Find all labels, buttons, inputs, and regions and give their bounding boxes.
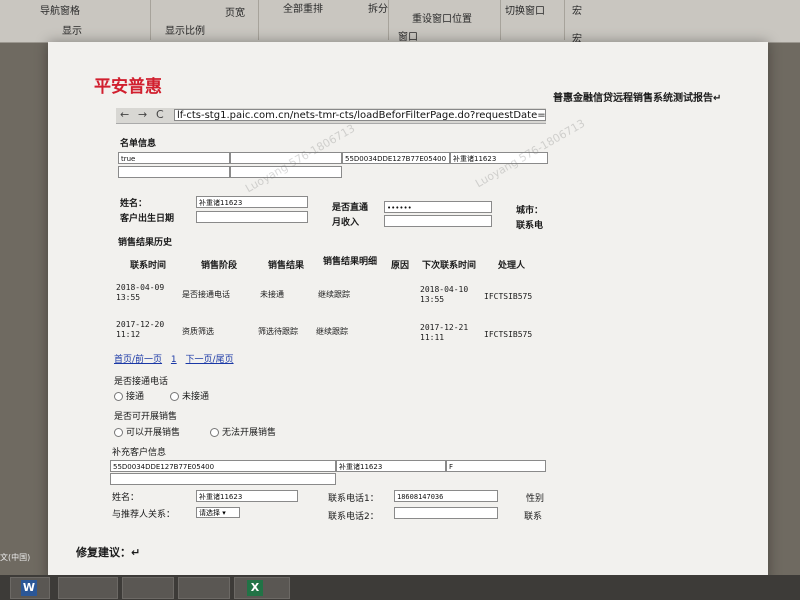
radio-not-connected[interactable]: 未接通 [170,389,209,402]
ribbon-switch-window[interactable]: 切换窗口 [505,2,545,17]
supplement-heading: 补充客户信息 [112,448,167,458]
can-sell-question: 是否可开展销售 [114,412,178,422]
row2-detail: 继续跟踪 [316,327,348,336]
ribbon-split[interactable]: 拆分 [368,0,388,15]
name-field[interactable]: 补重诸11623 [196,196,308,208]
word-ribbon: 导航窗格 显示 页宽 显示比例 全部重排 拆分 重设窗口位置 窗口 切换窗口 宏… [0,0,800,45]
radio-connected[interactable]: 接通 [114,389,144,402]
ribbon-group-label-show: 显示 [62,26,82,37]
document-page: 平安普惠 普惠金融信贷远程销售系统测试报告↵ ← → C lf-cts-stg1… [48,42,768,582]
col-handler: 处理人 [498,261,526,271]
pingan-logo: 平安普惠 [94,77,162,97]
row2-stage: 资质筛选 [182,327,214,336]
supplement-name-label: 姓名： [112,493,140,503]
col-result-detail: 销售结果明细 [322,257,377,267]
ribbon-macro[interactable]: 宏 [572,2,582,17]
word-taskbar-button[interactable]: W [10,577,50,599]
ribbon-nav-pane[interactable]: 导航窗格 [40,2,80,17]
status-language: 文(中国) [0,553,31,562]
row2-time: 2017-12-20 11:12 [116,320,165,339]
city-label: 城市： [516,206,544,216]
row2-result: 筛选待跟踪 [258,327,298,336]
dob-label: 客户出生日期 [120,214,175,224]
income-label: 月收入 [332,218,360,228]
row1-result: 未接通 [260,290,284,299]
supplement-field-2[interactable]: 补重诸11623 [336,460,446,472]
ribbon-reset-window[interactable]: 重设窗口位置 [412,10,472,25]
row1-detail: 继续跟踪 [318,290,350,299]
ribbon-page-width[interactable]: 页宽 [225,4,245,19]
dob-field[interactable] [196,211,308,223]
taskbar-button[interactable] [122,577,174,599]
col-sales-stage: 销售阶段 [201,261,238,271]
direct-label: 是否直通 [332,203,369,213]
row2-handler: IFCTSIB575 [484,330,533,339]
col-sales-result: 销售结果 [268,261,305,271]
taskbar: W X [0,575,800,600]
refresh-icon[interactable]: C [156,108,164,121]
pager-next-last[interactable]: 下一页/尾页 [186,355,234,365]
ribbon-group-label-zoom: 显示比例 [165,26,205,37]
excel-icon: X [247,580,263,596]
row1-time: 2018-04-09 13:55 [116,283,165,302]
relation-select[interactable]: 请选择 ▾ [196,507,240,518]
supplement-field-3[interactable]: F [446,460,546,472]
sales-history-heading: 销售结果历史 [118,238,173,248]
income-field[interactable] [384,215,492,227]
radio-icon[interactable] [170,392,179,401]
radio-icon[interactable] [114,392,123,401]
taskbar-button[interactable] [178,577,230,599]
radio-cannot-sell[interactable]: 无法开展销售 [210,425,276,438]
excel-taskbar-button[interactable]: X [234,577,290,599]
pager: 首页/前一页 1 下一页/尾页 [114,352,234,365]
row1-handler: IFCTSIB575 [484,292,533,301]
list-info-field-3[interactable]: 55D0034DDE127B77E05400 [342,152,450,164]
ribbon-group-label-window: 窗口 [398,32,418,43]
phone2-label: 联系电话2： [328,512,379,522]
browser-toolbar: ← → C lf-cts-stg1.paic.com.cn/nets-tmr-c… [116,108,546,124]
phone1-field[interactable]: 18608147036 [394,490,498,502]
list-info-field-5[interactable] [118,166,230,178]
supplement-name-field[interactable]: 补重诸11623 [196,490,298,502]
row1-stage: 是否接通电话 [182,290,230,299]
row1-next: 2018-04-10 13:55 [420,285,469,304]
pager-page[interactable]: 1 [171,355,177,365]
repair-suggestion-label: 修复建议：↵ [76,546,141,559]
address-bar[interactable]: lf-cts-stg1.paic.com.cn/nets-tmr-cts/loa… [174,109,546,121]
ribbon-arrange-all[interactable]: 全部重排 [283,0,323,15]
supplement-field-1[interactable]: 55D0034DDE127B77E05400 [110,460,336,472]
pager-first-prev[interactable]: 首页/前一页 [114,355,162,365]
back-arrow-icon[interactable]: ← [120,108,129,121]
phone2-field[interactable] [394,507,498,519]
radio-icon[interactable] [210,428,219,437]
contact-label: 联系电 [516,221,544,231]
document-title: 普惠金融信贷远程销售系统测试报告↵ [553,93,722,104]
col-reason: 原因 [391,261,410,271]
forward-arrow-icon[interactable]: → [138,108,147,121]
supplement-contact-label: 联系 [524,512,543,522]
col-contact-time: 联系时间 [130,261,167,271]
relation-label: 与推荐人关系： [112,510,176,520]
list-info-heading: 名单信息 [120,139,157,149]
supplement-field-4[interactable] [110,473,336,485]
row2-next: 2017-12-21 11:11 [420,323,469,342]
taskbar-button[interactable] [58,577,118,599]
list-info-field-1[interactable]: true [118,152,230,164]
word-icon: W [21,580,37,596]
col-next-contact: 下次联系时间 [422,261,477,271]
connected-question: 是否接通电话 [114,377,169,387]
radio-can-sell[interactable]: 可以开展销售 [114,425,180,438]
gender-label: 性别 [526,494,545,504]
phone1-label: 联系电话1： [328,494,379,504]
radio-icon[interactable] [114,428,123,437]
direct-field[interactable]: •••••• [384,201,492,213]
name-label: 姓名： [120,199,148,209]
photo-frame: 导航窗格 显示 页宽 显示比例 全部重排 拆分 重设窗口位置 窗口 切换窗口 宏… [0,0,800,600]
